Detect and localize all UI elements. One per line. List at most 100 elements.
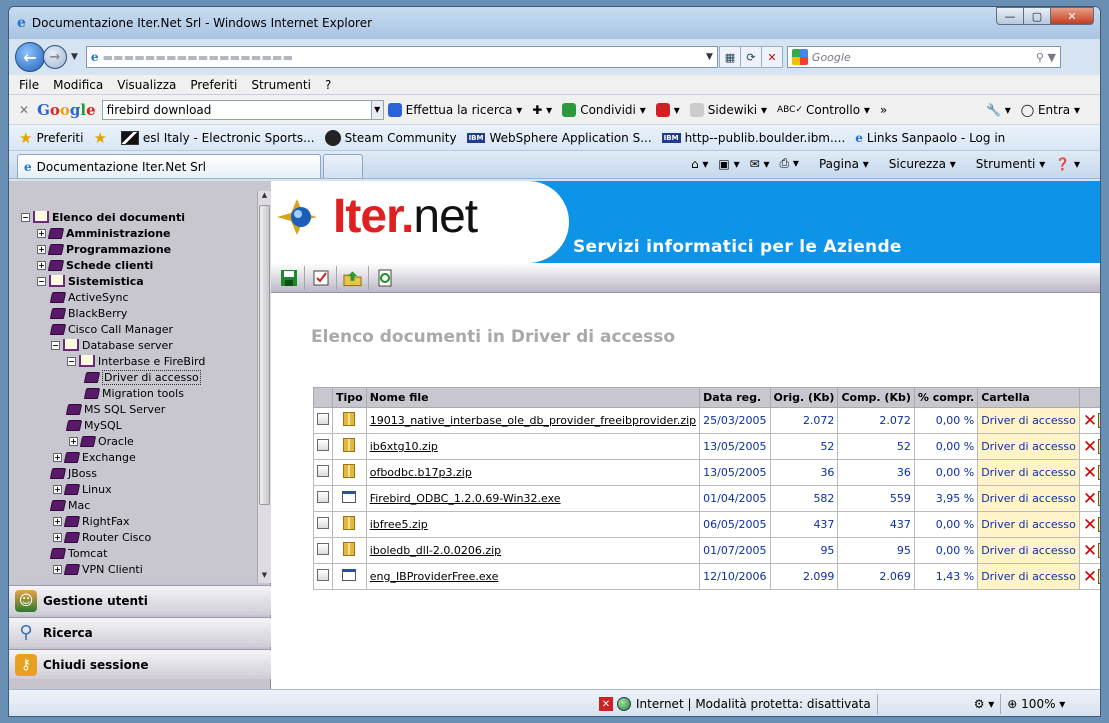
tree-sistemistica[interactable]: − Sistemistica	[37, 273, 144, 289]
refresh-document-icon[interactable]	[375, 266, 401, 290]
fav-esl[interactable]: esl Italy - Electronic Sports...	[120, 130, 315, 145]
clipboard-icon[interactable]	[1098, 568, 1100, 584]
tools-menu[interactable]: Strumenti ▾	[966, 157, 1045, 171]
row-checkbox[interactable]	[317, 439, 329, 451]
clipboard-icon[interactable]	[1098, 542, 1100, 558]
menu-help[interactable]: ?	[325, 78, 331, 92]
file-link[interactable]: Firebird_ODBC_1.2.0.69-Win32.exe	[370, 492, 561, 505]
back-button[interactable]: ←	[15, 42, 45, 72]
nav-chiudi-sessione[interactable]: ⚷ Chiudi sessione	[9, 649, 271, 679]
row-folder-cell[interactable]: Driver di accesso	[977, 563, 1080, 590]
row-checkbox[interactable]	[317, 569, 329, 581]
maximize-button[interactable]: ▢	[1023, 7, 1051, 25]
address-dropdown[interactable]: ▼	[706, 52, 713, 62]
tree-programmazione[interactable]: + Programmazione	[37, 241, 171, 257]
tree-linux[interactable]: + Linux	[53, 481, 112, 497]
bookmark-icon[interactable]: ✚ ▾	[532, 103, 552, 117]
nav-ricerca[interactable]: ⚲ Ricerca	[9, 617, 271, 647]
delete-icon[interactable]: ✕	[1083, 463, 1097, 483]
row-folder-cell[interactable]: Driver di accesso	[977, 537, 1080, 564]
refresh-button[interactable]: ⟳	[739, 46, 762, 68]
tree-mac[interactable]: Mac	[49, 497, 90, 513]
search-icon[interactable]: ⚲ ▼	[1036, 51, 1056, 64]
checklist-icon[interactable]	[311, 265, 337, 290]
spellcheck-button[interactable]: ABC✓ Controllo ▾	[777, 103, 870, 117]
fav-websphere[interactable]: IBM WebSphere Application S...	[466, 131, 652, 145]
file-link[interactable]: ibfree5.zip	[370, 518, 428, 531]
header-tipo[interactable]: Tipo	[332, 387, 367, 408]
close-toolbar-icon[interactable]: ✕	[19, 103, 29, 117]
row-folder-cell[interactable]: Driver di accesso	[977, 407, 1080, 434]
favorites-button[interactable]: ★ Preferiti	[19, 129, 83, 147]
header-comp[interactable]: Comp. (Kb)	[837, 387, 915, 408]
row-checkbox[interactable]	[317, 543, 329, 555]
google-search-button[interactable]: Effettua la ricerca ▾	[387, 102, 522, 117]
forward-button[interactable]: →	[43, 45, 67, 69]
upload-folder-icon[interactable]	[343, 265, 369, 290]
feeds-icon[interactable]: ▣ ▾	[718, 157, 739, 171]
tree-rightfax[interactable]: + RightFax	[53, 513, 130, 529]
row-folder-cell[interactable]: Driver di accesso	[977, 459, 1080, 486]
row-checkbox[interactable]	[317, 491, 329, 503]
tree-vpn-clienti[interactable]: + VPN Clienti	[53, 561, 143, 577]
row-folder-cell[interactable]: Driver di accesso	[977, 511, 1080, 538]
search-box[interactable]: Google ⚲ ▼	[786, 46, 1061, 68]
tree-blackberry[interactable]: BlackBerry	[49, 305, 127, 321]
address-bar[interactable]: e ▬▬▬▬▬▬▬▬▬▬▬▬▬▬▬▬▬▬ ▼	[85, 46, 718, 68]
file-link[interactable]: ib6xtg10.zip	[370, 440, 438, 453]
clipboard-icon[interactable]	[1098, 412, 1100, 428]
stop-button[interactable]: ✕	[760, 46, 783, 68]
row-folder-cell[interactable]: Driver di accesso	[977, 433, 1080, 460]
tree-router-cisco[interactable]: + Router Cisco	[53, 529, 151, 545]
tree-jboss[interactable]: JBoss	[49, 465, 97, 481]
delete-icon[interactable]: ✕	[1083, 489, 1097, 509]
compat-view-button[interactable]: ▦	[718, 46, 741, 68]
menu-favorites[interactable]: Preferiti	[190, 78, 237, 92]
tree-driver-di-accesso[interactable]: Driver di accesso	[83, 369, 201, 385]
menu-view[interactable]: Visualizza	[117, 78, 176, 92]
save-icon[interactable]	[279, 265, 305, 290]
tree-root[interactable]: − Elenco dei documenti	[21, 209, 185, 225]
tree-activesync[interactable]: ActiveSync	[49, 289, 129, 305]
zoom-control[interactable]: ⊕ 100% ▾	[1007, 697, 1065, 711]
row-checkbox[interactable]	[317, 413, 329, 425]
menu-edit[interactable]: Modifica	[53, 78, 103, 92]
security-zone-text[interactable]: Internet | Modalità protetta: disattivat…	[636, 697, 871, 711]
tree-schede-clienti[interactable]: + Schede clienti	[37, 257, 153, 273]
fav-sanpaolo[interactable]: e Links Sanpaolo - Log in	[855, 131, 1005, 145]
menu-file[interactable]: File	[19, 78, 39, 92]
tree-database-server[interactable]: − Database server	[51, 337, 173, 353]
tree-interbase-firebird[interactable]: − Interbase e FireBird	[67, 353, 205, 369]
tree-ms-sql-server[interactable]: MS SQL Server	[65, 401, 165, 417]
tab-documentazione[interactable]: e Documentazione Iter.Net Srl	[17, 154, 321, 178]
menu-tools[interactable]: Strumenti	[251, 78, 311, 92]
delete-icon[interactable]: ✕	[1083, 437, 1097, 457]
tree-oracle[interactable]: + Oracle	[69, 433, 134, 449]
fav-publib[interactable]: IBM http--publib.boulder.ibm....	[661, 131, 845, 145]
google-search-input[interactable]: firebird download	[101, 99, 372, 120]
clipboard-icon[interactable]	[1098, 490, 1100, 506]
tree-migration-tools[interactable]: Migration tools	[83, 385, 184, 401]
share-button[interactable]: Condividi ▾	[562, 102, 646, 117]
popup-blocked-icon[interactable]: ✕	[599, 697, 613, 711]
tree-scrollbar[interactable]: ▲ ▼	[257, 191, 271, 583]
fav-steam[interactable]: Steam Community	[324, 129, 457, 146]
google-search-dropdown[interactable]: ▼	[371, 99, 384, 120]
row-folder-cell[interactable]: Driver di accesso	[977, 485, 1080, 512]
close-button[interactable]: ✕	[1050, 7, 1094, 25]
file-link[interactable]: 19013_native_interbase_ole_db_provider_f…	[370, 414, 696, 427]
help-icon[interactable]: ❓ ▾	[1055, 157, 1080, 171]
header-data-reg[interactable]: Data reg.	[699, 387, 771, 408]
minimize-button[interactable]: —	[996, 7, 1024, 25]
print-icon[interactable]: ⎙ ▾	[780, 156, 799, 171]
sidewiki-button[interactable]: Sidewiki ▾	[689, 102, 767, 117]
new-tab-button[interactable]	[323, 154, 363, 178]
header-pct[interactable]: % compr.	[913, 387, 979, 408]
delete-icon[interactable]: ✕	[1083, 411, 1097, 431]
header-orig[interactable]: Orig. (Kb)	[769, 387, 839, 408]
tree-amministrazione[interactable]: + Amministrazione	[37, 225, 170, 241]
header-cartella[interactable]: Cartella	[977, 387, 1080, 408]
delete-icon[interactable]: ✕	[1083, 567, 1097, 587]
nav-gestione-utenti[interactable]: ☺ Gestione utenti	[9, 585, 271, 615]
mail-icon[interactable]: ✉ ▾	[750, 157, 770, 171]
